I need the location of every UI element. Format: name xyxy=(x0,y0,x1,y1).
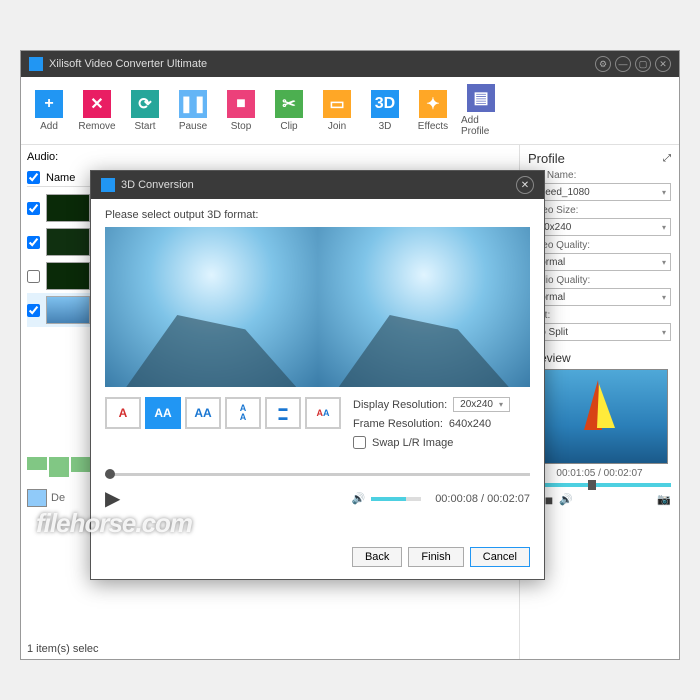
minimize-icon[interactable]: — xyxy=(615,56,631,72)
remove-button[interactable]: ✕Remove xyxy=(77,90,117,132)
effects-button[interactable]: ✦Effects xyxy=(413,90,453,132)
format-sbs-full[interactable]: AA xyxy=(145,397,181,429)
swap-lr-checkbox[interactable] xyxy=(353,436,366,449)
watermark: filehorse.com xyxy=(36,508,192,539)
audio-quality-label: Audio Quality: xyxy=(528,275,671,286)
file-name-label: File Name: xyxy=(528,170,671,181)
display-resolution-label: Display Resolution: xyxy=(353,399,447,411)
pause-icon: ❚❚ xyxy=(179,90,207,118)
select-all-checkbox[interactable] xyxy=(27,171,40,184)
audio-label: Audio: xyxy=(27,151,58,163)
file-name-field[interactable]: Speed_1080 xyxy=(528,183,671,201)
cancel-button[interactable]: Cancel xyxy=(470,547,530,567)
stop-icon[interactable]: ■ xyxy=(545,492,553,508)
swap-lr-label: Swap L/R Image xyxy=(372,437,453,449)
display-resolution-select[interactable]: 20x240 xyxy=(453,397,510,412)
join-icon: ▭ xyxy=(323,90,351,118)
start-button[interactable]: ⟳Start xyxy=(125,90,165,132)
video-size-select[interactable]: 320x240 xyxy=(528,218,671,236)
video-quality-select[interactable]: Normal xyxy=(528,253,671,271)
volume-icon[interactable]: 🔊 xyxy=(559,493,573,506)
preview-header: Preview xyxy=(528,351,671,365)
dialog-titlebar: 3D Conversion ✕ xyxy=(91,171,544,199)
window-title: Xilisoft Video Converter Ultimate xyxy=(49,58,207,70)
preview-time: 00:01:05 / 00:02:07 xyxy=(528,468,671,479)
preview-controls: ▶ ■ 🔊 📷 xyxy=(528,491,671,508)
modal-volume-icon[interactable]: 🔊 xyxy=(351,492,365,505)
maximize-icon[interactable]: ▢ xyxy=(635,56,651,72)
split-select[interactable]: No Split xyxy=(528,323,671,341)
profile-header[interactable]: Profile ⤢ xyxy=(528,151,671,166)
3d-button[interactable]: 3D3D xyxy=(365,90,405,132)
remove-icon: ✕ xyxy=(83,90,111,118)
item-checkbox[interactable] xyxy=(27,270,40,283)
frame-resolution-value: 640x240 xyxy=(449,418,491,430)
format-sbs-half[interactable]: AA xyxy=(185,397,221,429)
snapshot-icon[interactable]: 📷 xyxy=(657,493,671,506)
format-tb-half[interactable]: ▬▬ xyxy=(265,397,301,429)
format-anaglyph[interactable]: A xyxy=(105,397,141,429)
audio-quality-select[interactable]: Normal xyxy=(528,288,671,306)
close-icon[interactable]: ✕ xyxy=(655,56,671,72)
3d-icon: 3D xyxy=(371,90,399,118)
app-icon xyxy=(29,57,43,71)
item-checkbox[interactable] xyxy=(27,304,40,317)
pause-button[interactable]: ❚❚Pause xyxy=(173,90,213,132)
thumbnail xyxy=(46,228,90,256)
frame-resolution-label: Frame Resolution: xyxy=(353,418,443,430)
dialog-close-icon[interactable]: ✕ xyxy=(516,176,534,194)
modal-volume-slider[interactable] xyxy=(371,497,421,501)
split-label: Split: xyxy=(528,310,671,321)
modal-time: 00:00:08 / 00:02:07 xyxy=(435,493,530,505)
effects-icon: ✦ xyxy=(419,90,447,118)
dialog-title: 3D Conversion xyxy=(121,179,194,191)
join-button[interactable]: ▭Join xyxy=(317,90,357,132)
item-checkbox[interactable] xyxy=(27,202,40,215)
stop-icon: ■ xyxy=(227,90,255,118)
thumbnail xyxy=(46,262,90,290)
format-buttons: A AA AA AA ▬▬ AA xyxy=(105,397,341,455)
settings-icon[interactable]: ⚙ xyxy=(595,56,611,72)
expand-icon[interactable]: ⤢ xyxy=(663,153,671,164)
clip-icon: ✂ xyxy=(275,90,303,118)
item-checkbox[interactable] xyxy=(27,236,40,249)
add-profile-button[interactable]: ▤Add Profile xyxy=(461,84,501,137)
finish-button[interactable]: Finish xyxy=(408,547,463,567)
add-icon: + xyxy=(35,90,63,118)
stop-button[interactable]: ■Stop xyxy=(221,90,261,132)
dialog-icon xyxy=(101,178,115,192)
status-bar: 1 item(s) selec xyxy=(27,643,99,655)
preview-video[interactable] xyxy=(528,369,668,464)
destination-label: De xyxy=(51,492,65,504)
thumbnail xyxy=(46,296,90,324)
format-tb-full[interactable]: AA xyxy=(225,397,261,429)
folder-icon[interactable] xyxy=(27,489,47,507)
modal-seek-slider[interactable] xyxy=(105,473,530,476)
preview-slider[interactable] xyxy=(528,483,671,487)
dialog-prompt: Please select output 3D format: xyxy=(105,209,530,221)
add-button[interactable]: +Add xyxy=(29,90,69,132)
back-button[interactable]: Back xyxy=(352,547,402,567)
titlebar: Xilisoft Video Converter Ultimate ⚙ — ▢ … xyxy=(21,51,679,77)
format-mixed[interactable]: AA xyxy=(305,397,341,429)
thumbnail xyxy=(46,194,90,222)
name-column-label: Name xyxy=(46,172,75,184)
audio-row: Audio: xyxy=(27,151,513,163)
start-icon: ⟳ xyxy=(131,90,159,118)
video-quality-label: Video Quality: xyxy=(528,240,671,251)
toolbar: +Add✕Remove⟳Start❚❚Pause■Stop✂Clip▭Join3… xyxy=(21,77,679,145)
add profile-icon: ▤ xyxy=(467,84,495,112)
3d-preview xyxy=(105,227,530,387)
video-size-label: Video Size: xyxy=(528,205,671,216)
clip-button[interactable]: ✂Clip xyxy=(269,90,309,132)
